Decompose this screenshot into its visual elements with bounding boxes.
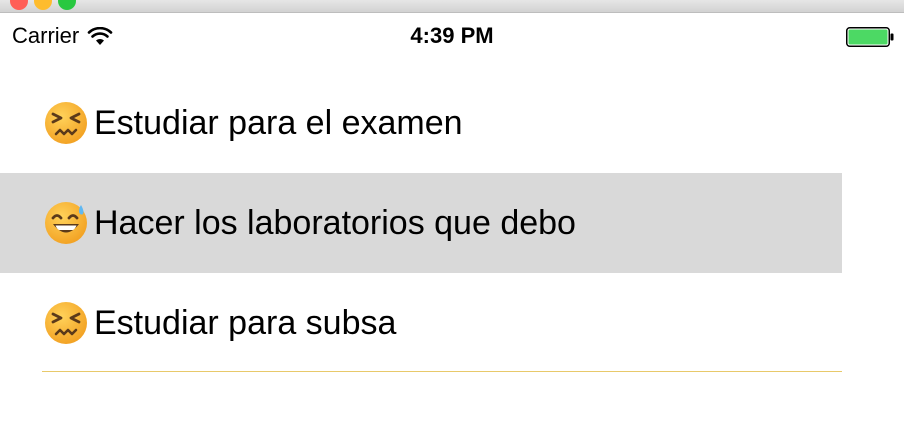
task-row[interactable]: Estudiar para subsa — [0, 273, 842, 373]
zoom-window-button[interactable] — [58, 0, 76, 10]
task-label: Estudiar para el examen — [94, 103, 463, 142]
confounded-face-icon — [45, 102, 87, 144]
task-list: Estudiar para el examen Hacer los labora… — [0, 73, 842, 373]
simulator-window-titlebar — [0, 0, 904, 13]
close-window-button[interactable] — [10, 0, 28, 10]
minimize-window-button[interactable] — [34, 0, 52, 10]
status-time: 4:39 PM — [410, 23, 494, 48]
task-row[interactable]: Estudiar para el examen — [0, 73, 842, 173]
confounded-face-icon — [45, 302, 87, 344]
grinning-sweat-face-icon — [45, 202, 87, 244]
status-bar: Carrier 4:39 PM — [0, 13, 904, 59]
task-row-selected[interactable]: Hacer los laboratorios que debo — [0, 173, 842, 273]
row-separator — [42, 371, 842, 372]
battery-icon — [846, 27, 894, 47]
task-label: Hacer los laboratorios que debo — [94, 203, 576, 242]
task-label: Estudiar para subsa — [94, 303, 397, 342]
